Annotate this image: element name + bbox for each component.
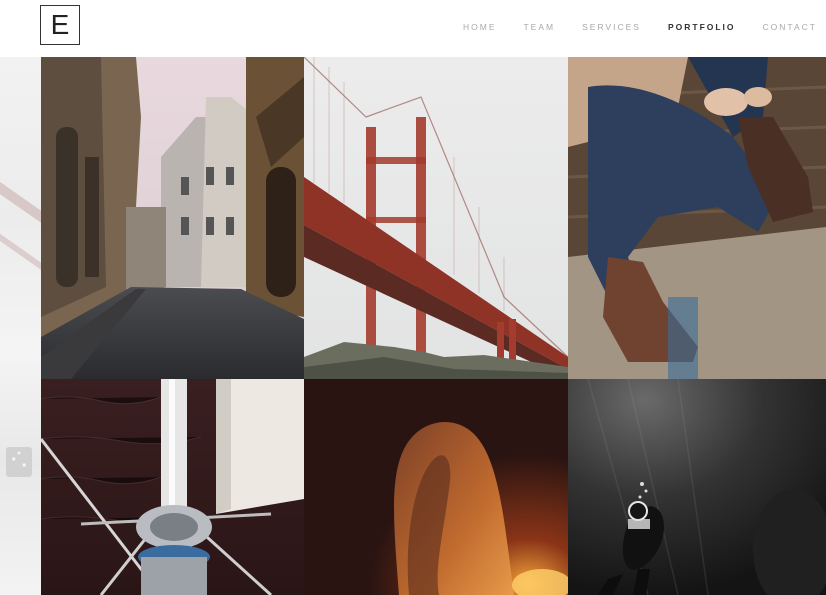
nav-home-link[interactable]: HOME <box>463 22 497 32</box>
portfolio-item-street[interactable] <box>41 57 304 379</box>
nav-portfolio-link[interactable]: PORTFOLIO <box>668 22 736 32</box>
woman-photo <box>304 379 568 595</box>
site-header: E HOME TEAM SERVICES PORTFOLIO CONTACT <box>0 0 826 56</box>
nav-team-link[interactable]: TEAM <box>523 22 555 32</box>
portfolio-item-bridge[interactable] <box>304 57 568 379</box>
nav-services-link[interactable]: SERVICES <box>582 22 641 32</box>
diver-photo <box>568 379 826 595</box>
logo[interactable]: E <box>40 5 80 45</box>
portfolio-item-diver[interactable] <box>568 379 826 595</box>
portfolio-item-sailboat[interactable] <box>41 379 304 595</box>
street-photo <box>41 57 304 379</box>
sailboat-photo <box>41 379 304 595</box>
portfolio-item-woman[interactable] <box>304 379 568 595</box>
bridge-photo <box>304 57 568 379</box>
faded-side-image <box>0 57 41 595</box>
nav-contact-link[interactable]: CONTACT <box>763 22 817 32</box>
portfolio-item-boots[interactable] <box>568 57 826 379</box>
main-nav: HOME TEAM SERVICES PORTFOLIO CONTACT <box>436 22 817 32</box>
boots-photo <box>568 57 826 379</box>
